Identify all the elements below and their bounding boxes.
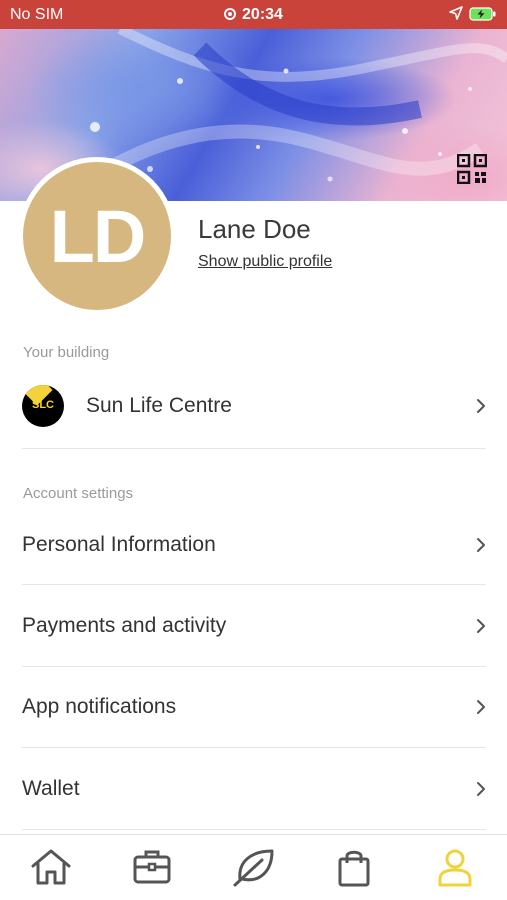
chevron-right-icon: [477, 537, 485, 552]
home-icon: [31, 849, 71, 885]
building-row[interactable]: SLC Sun Life Centre: [22, 364, 486, 449]
briefcase-icon: [133, 850, 171, 884]
chevron-right-icon: [477, 781, 485, 796]
time-label: 20:34: [242, 6, 283, 23]
settings-item-personal-information[interactable]: Personal Information: [22, 505, 486, 585]
status-bar: No SIM 20:34: [0, 0, 507, 29]
tab-work[interactable]: [130, 847, 174, 887]
location-arrow-icon: [449, 6, 463, 20]
chevron-right-icon: [477, 700, 485, 714]
settings-item-label: Payments and activity: [22, 613, 227, 637]
settings-item-wallet[interactable]: Wallet: [22, 748, 486, 830]
building-name: Sun Life Centre: [86, 394, 232, 417]
shopping-bag-icon: [338, 850, 370, 887]
settings-item-app-notifications[interactable]: App notifications: [22, 667, 486, 748]
profile-name: Lane Doe: [198, 214, 311, 244]
user-icon: [438, 849, 472, 887]
account-settings-label: Account settings: [23, 485, 134, 502]
avatar[interactable]: LD: [18, 157, 176, 315]
your-building-label: Your building: [23, 344, 110, 361]
leaf-icon: [233, 849, 274, 887]
settings-item-label: Wallet: [22, 776, 80, 800]
settings-item-payments-and-activity[interactable]: Payments and activity: [22, 585, 486, 667]
building-logo: SLC: [22, 385, 64, 427]
avatar-initials: LD: [23, 162, 171, 310]
chevron-right-icon: [477, 399, 485, 413]
status-clock: 20:34: [0, 6, 507, 24]
chevron-right-icon: [477, 618, 485, 633]
tab-sustainability[interactable]: [232, 847, 276, 887]
tab-home[interactable]: [29, 847, 73, 887]
battery-charging-icon: [469, 7, 496, 21]
qr-code-icon[interactable]: [457, 154, 487, 184]
screen-recording-icon: [224, 8, 237, 20]
tab-shop[interactable]: [332, 847, 376, 887]
bottom-tab-bar: [0, 834, 507, 900]
show-public-profile-link[interactable]: Show public profile: [198, 253, 332, 271]
settings-item-label: Personal Information: [22, 532, 216, 556]
settings-item-label: App notifications: [22, 695, 177, 718]
tab-profile[interactable]: [433, 847, 477, 887]
